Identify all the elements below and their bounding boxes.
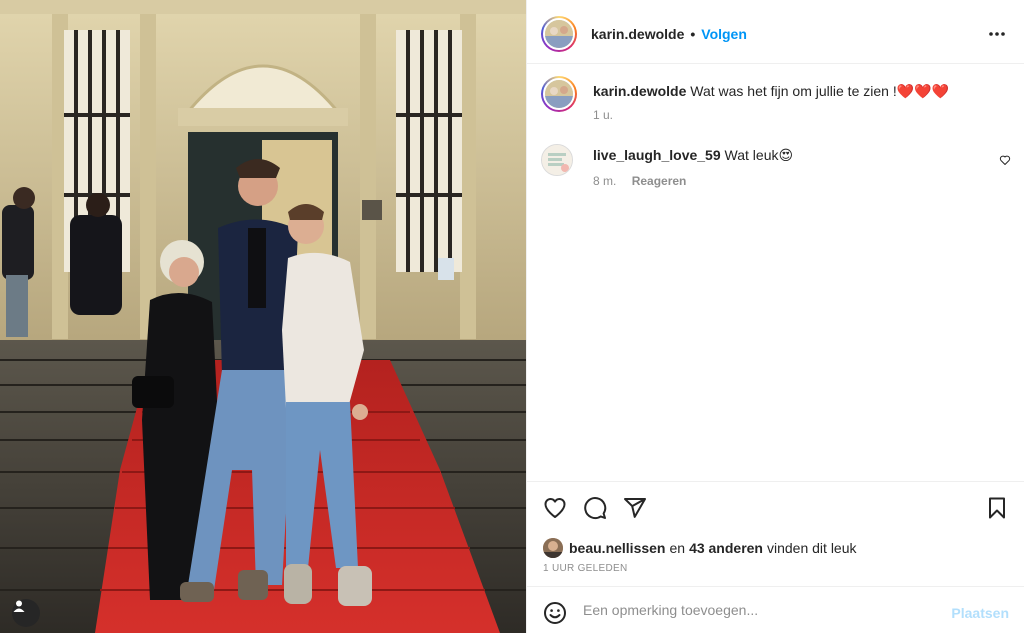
photo-scene bbox=[0, 0, 526, 633]
likes-suffix: vinden dit leuk bbox=[767, 540, 857, 556]
comment-input[interactable] bbox=[583, 595, 943, 625]
user-icon bbox=[13, 600, 25, 612]
comments-section: karin.dewolde Wat was het fijn om jullie… bbox=[527, 64, 1024, 482]
comment-time[interactable]: 8 m. bbox=[593, 174, 616, 188]
tagged-users-button[interactable] bbox=[12, 599, 40, 627]
send-icon[interactable] bbox=[623, 496, 647, 520]
author-username[interactable]: karin.dewolde bbox=[591, 26, 684, 42]
post-actions: beau.nellissen en 43 anderen vinden dit … bbox=[527, 481, 1024, 586]
reply-button[interactable]: Reageren bbox=[632, 174, 687, 188]
emoji-smile-icon[interactable] bbox=[543, 601, 567, 625]
author-avatar[interactable] bbox=[541, 15, 577, 52]
bookmark-icon[interactable] bbox=[985, 496, 1009, 520]
likes-connector: en bbox=[669, 540, 686, 556]
comment-username[interactable]: karin.dewolde bbox=[593, 83, 686, 99]
heart-icon[interactable] bbox=[543, 496, 567, 520]
comment-author-avatar[interactable] bbox=[541, 76, 577, 112]
post-side-panel: karin.dewolde • Volgen karin.dewolde Wat… bbox=[526, 0, 1024, 633]
add-comment-bar: Plaatsen bbox=[527, 586, 1024, 633]
post-timestamp[interactable]: 1 UUR GELEDEN bbox=[543, 563, 627, 574]
comment-icon[interactable] bbox=[583, 496, 607, 520]
comment-avatar-image bbox=[545, 80, 573, 108]
post-photo[interactable] bbox=[0, 0, 526, 633]
comment-text: Wat leuk😍 bbox=[724, 147, 794, 163]
comment-item: karin.dewolde Wat was het fijn om jullie… bbox=[541, 76, 1011, 136]
post-header: karin.dewolde • Volgen bbox=[527, 4, 1024, 64]
comment-avatar-image bbox=[542, 145, 572, 175]
first-liker-username[interactable]: beau.nellissen bbox=[569, 540, 665, 556]
header-separator: • bbox=[690, 25, 696, 42]
post-comment-button[interactable]: Plaatsen bbox=[951, 605, 1009, 621]
author-avatar-image bbox=[545, 19, 573, 48]
follow-button[interactable]: Volgen bbox=[701, 26, 747, 42]
liker-avatar[interactable] bbox=[543, 538, 563, 558]
likes-summary: beau.nellissen en 43 anderen vinden dit … bbox=[543, 538, 857, 558]
more-horizontal-icon[interactable] bbox=[987, 24, 1007, 44]
comment-like-heart-icon[interactable] bbox=[999, 154, 1011, 166]
liker-avatar-image bbox=[543, 538, 563, 558]
comment-time[interactable]: 1 u. bbox=[593, 108, 613, 122]
comment-author-avatar[interactable] bbox=[541, 144, 573, 176]
other-likers-link[interactable]: 43 anderen bbox=[689, 540, 763, 556]
comment-username[interactable]: live_laugh_love_59 bbox=[593, 147, 721, 163]
comment-item: live_laugh_love_59 Wat leuk😍 8 m. Reager… bbox=[541, 144, 1011, 194]
comment-text: Wat was het fijn om jullie te zien !❤️❤️… bbox=[690, 83, 949, 99]
